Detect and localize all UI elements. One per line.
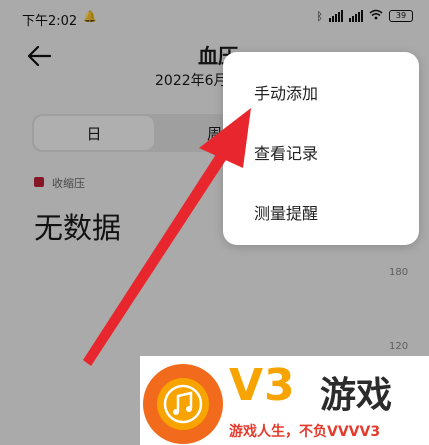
watermark-brand-name: 游戏	[320, 375, 393, 416]
watermark-slogan: 游戏人生，不负VVVV3	[229, 424, 381, 440]
watermark-logo-icon	[143, 364, 223, 444]
watermark-logo-text: V3	[229, 360, 296, 411]
